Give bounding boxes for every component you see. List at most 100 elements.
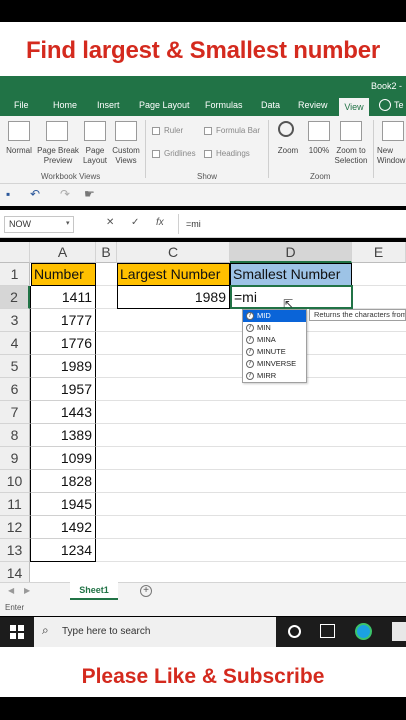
cancel-formula-button[interactable]: ✕ [106, 217, 114, 228]
number-cell[interactable]: 1492 [30, 516, 96, 539]
touch-mode-icon[interactable]: ☛ [84, 187, 95, 201]
custom-views-icon [115, 121, 137, 141]
smallest-number-header-cell[interactable]: Smallest Number [230, 263, 352, 286]
column-header-b[interactable]: B [96, 242, 117, 263]
row-header-13[interactable]: 13 [0, 539, 30, 562]
tab-page-layout[interactable]: Page Layout [139, 100, 190, 110]
column-header-d[interactable]: D [230, 242, 352, 263]
autocomplete-item-label: MINUTE [257, 347, 286, 356]
number-cell[interactable]: 1443 [30, 401, 96, 424]
tab-home[interactable]: Home [53, 100, 77, 110]
row-header-3[interactable]: 3 [0, 309, 30, 332]
zoom-100-button[interactable]: 100% [304, 146, 334, 156]
number-header-cell[interactable]: Number [31, 263, 96, 286]
row-header-9[interactable]: 9 [0, 447, 30, 470]
function-autocomplete-list[interactable]: f MID f MIN f MINA f MINUTE f MINVERSE f MIRR [242, 309, 307, 383]
function-icon: f [246, 348, 254, 356]
windows-start-icon[interactable] [10, 625, 24, 639]
enter-formula-button[interactable]: ✓ [131, 217, 139, 228]
function-icon: f [246, 372, 254, 380]
search-icon: ⌕ [42, 623, 49, 637]
page-break-preview-button[interactable]: Page Break Preview [36, 146, 80, 166]
autocomplete-item-mirr[interactable]: f MIRR [243, 370, 306, 382]
largest-number-value-cell[interactable]: 1989 [117, 286, 230, 309]
autocomplete-item-label: MINVERSE [257, 359, 297, 368]
headings-checkbox[interactable] [204, 150, 212, 158]
zoom-to-selection-icon [340, 121, 362, 141]
number-cell[interactable]: 1099 [30, 447, 96, 470]
tab-insert[interactable]: Insert [97, 100, 120, 110]
autocomplete-item-minute[interactable]: f MINUTE [243, 346, 306, 358]
autocomplete-item-mid[interactable]: f MID [243, 310, 306, 322]
new-window-button[interactable]: New Window [377, 146, 406, 166]
normal-view-button[interactable]: Normal [4, 146, 34, 156]
custom-views-button[interactable]: Custom Views [110, 146, 142, 166]
gridline [96, 492, 406, 493]
insert-function-button[interactable]: fx [156, 217, 164, 228]
number-cell[interactable]: 1957 [30, 378, 96, 401]
column-header-e[interactable]: E [352, 242, 406, 263]
row-header-7[interactable]: 7 [0, 401, 30, 424]
name-box[interactable]: NOW [4, 216, 74, 233]
select-all-corner[interactable] [0, 242, 30, 263]
largest-number-header-cell[interactable]: Largest Number [117, 263, 230, 286]
autocomplete-item-label: MID [257, 311, 271, 320]
redo-icon[interactable]: ↷ [60, 187, 70, 201]
ruler-checkbox[interactable] [152, 127, 160, 135]
gridlines-checkbox[interactable] [152, 150, 160, 158]
row-header-4[interactable]: 4 [0, 332, 30, 355]
row-header-1[interactable]: 1 [0, 263, 30, 286]
sheet-tab-sheet1[interactable]: Sheet1 [70, 582, 118, 600]
cortana-icon[interactable] [288, 625, 301, 638]
number-cell[interactable]: 1411 [30, 286, 96, 309]
ribbon-separator [145, 120, 146, 178]
gridline [96, 400, 406, 401]
formula-input[interactable]: =mi [186, 219, 201, 229]
tab-tell-me[interactable]: Te [394, 100, 404, 110]
autocomplete-item-mina[interactable]: f MINA [243, 334, 306, 346]
number-cell[interactable]: 1234 [30, 539, 96, 562]
add-sheet-button[interactable]: + [140, 585, 152, 597]
edge-browser-icon[interactable] [355, 623, 372, 640]
taskbar-search-placeholder: Type here to search [62, 626, 151, 637]
excel-title-bar [0, 76, 406, 98]
name-box-dropdown-icon[interactable]: ▾ [66, 219, 70, 227]
tell-me-lightbulb-icon[interactable] [379, 99, 391, 111]
sheet-scroll-left-icon[interactable]: ◀ [8, 586, 14, 595]
row-header-10[interactable]: 10 [0, 470, 30, 493]
autocomplete-item-min[interactable]: f MIN [243, 322, 306, 334]
workbook-views-group-label: Workbook Views [41, 172, 101, 181]
task-view-icon[interactable] [320, 624, 335, 638]
row-header-6[interactable]: 6 [0, 378, 30, 401]
tab-file[interactable]: File [14, 100, 29, 110]
column-header-c[interactable]: C [117, 242, 230, 263]
number-cell[interactable]: 1777 [30, 309, 96, 332]
row-header-2[interactable]: 2 [0, 286, 30, 309]
number-cell[interactable]: 1389 [30, 424, 96, 447]
formula-bar-checkbox[interactable] [204, 127, 212, 135]
zoom-button[interactable]: Zoom [274, 146, 302, 156]
autocomplete-item-minverse[interactable]: f MINVERSE [243, 358, 306, 370]
autocomplete-item-label: MINA [257, 335, 276, 344]
tab-data[interactable]: Data [261, 100, 280, 110]
column-header-a[interactable]: A [30, 242, 96, 263]
row-header-5[interactable]: 5 [0, 355, 30, 378]
tab-formulas[interactable]: Formulas [205, 100, 243, 110]
number-cell[interactable]: 1828 [30, 470, 96, 493]
ribbon-separator [268, 120, 269, 178]
number-cell[interactable]: 1776 [30, 332, 96, 355]
tab-view[interactable]: View [339, 98, 369, 116]
row-header-12[interactable]: 12 [0, 516, 30, 539]
row-header-11[interactable]: 11 [0, 493, 30, 516]
sheet-scroll-right-icon[interactable]: ▶ [24, 586, 30, 595]
number-cell[interactable]: 1989 [30, 355, 96, 378]
file-explorer-icon[interactable] [392, 622, 406, 641]
number-cell[interactable]: 1945 [30, 493, 96, 516]
page-layout-view-button[interactable]: Page Layout [80, 146, 110, 166]
zoom-to-selection-button[interactable]: Zoom to Selection [332, 146, 370, 166]
page-break-preview-icon [46, 121, 68, 141]
save-icon[interactable]: ▪ [6, 187, 10, 201]
row-header-8[interactable]: 8 [0, 424, 30, 447]
tab-review[interactable]: Review [298, 100, 328, 110]
undo-icon[interactable]: ↶ [30, 187, 40, 201]
